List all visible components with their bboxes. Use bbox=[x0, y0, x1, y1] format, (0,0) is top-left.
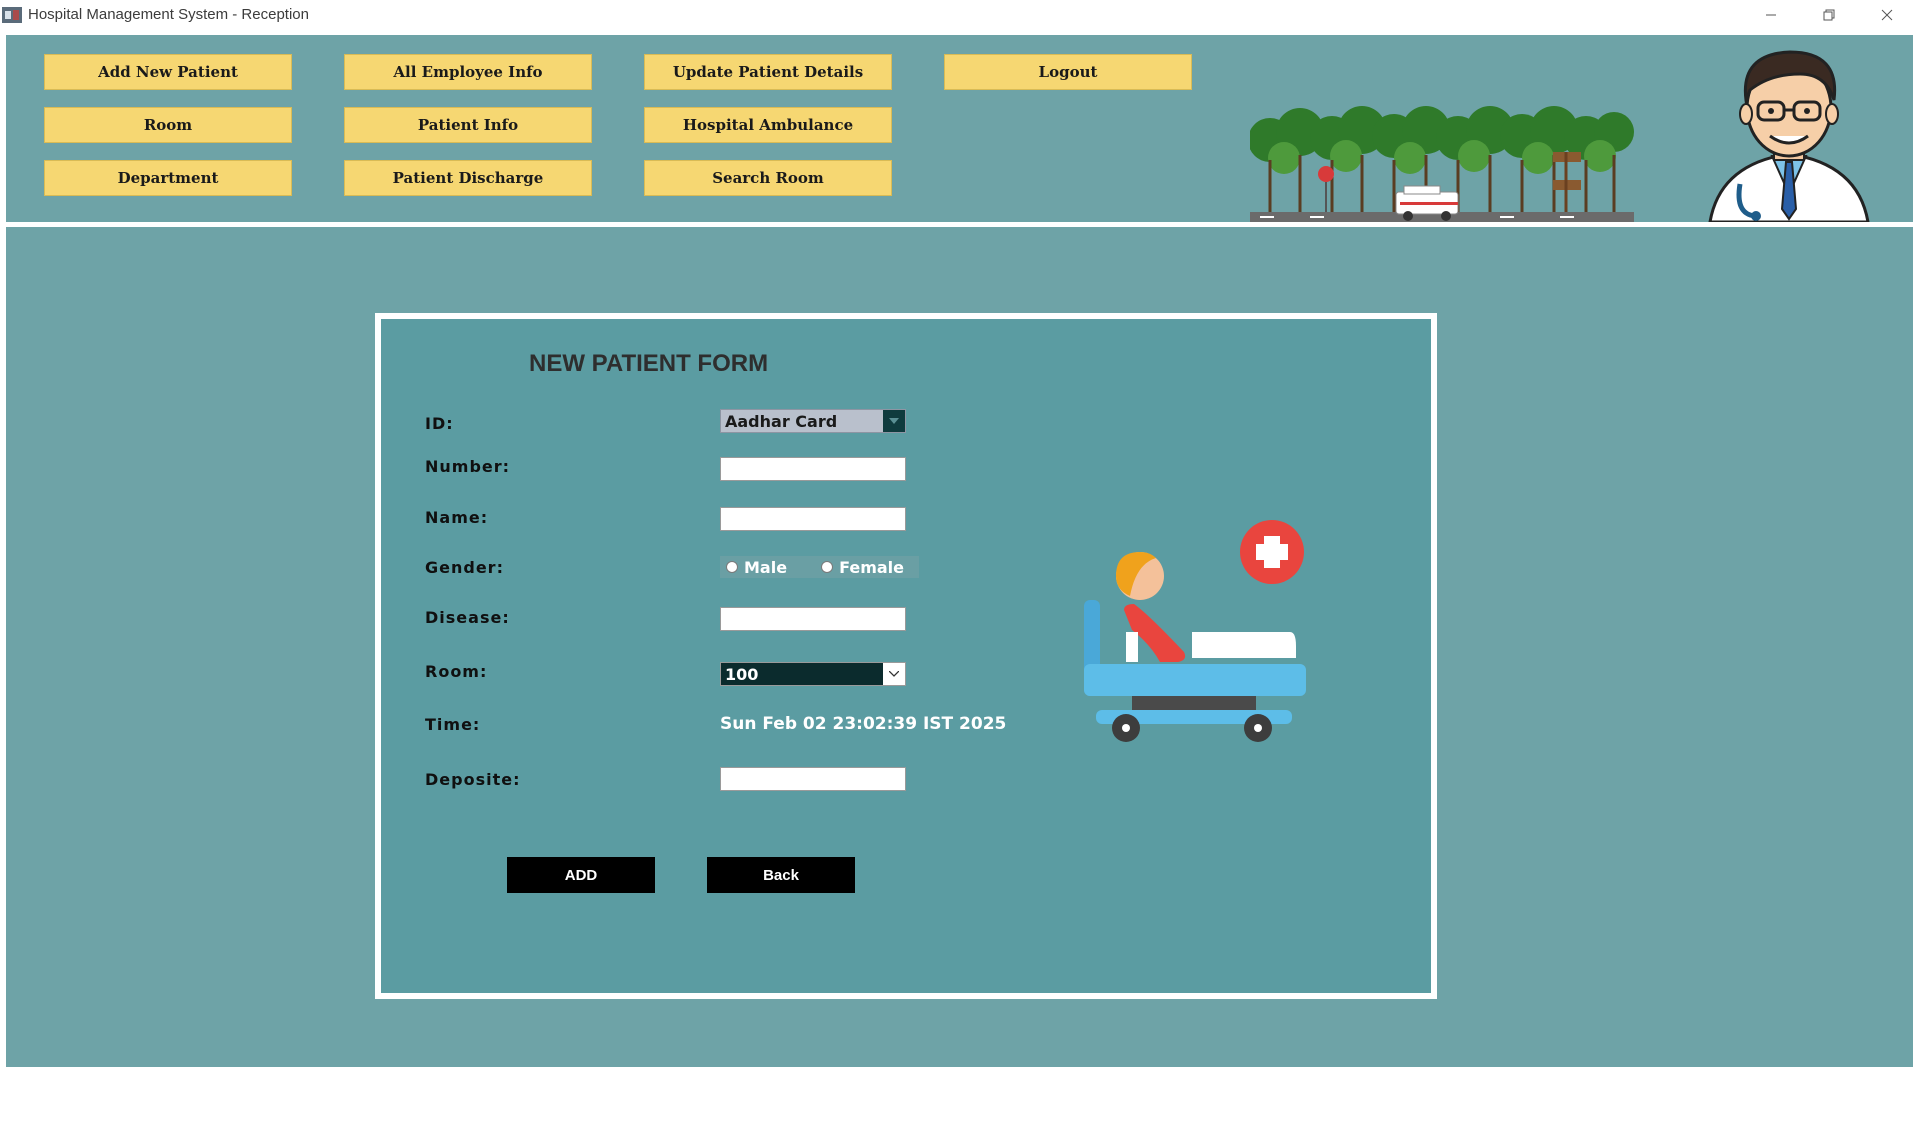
window-title: Hospital Management System - Reception bbox=[28, 6, 309, 23]
add-button[interactable]: ADD bbox=[507, 857, 655, 893]
disease-label: Disease: bbox=[425, 608, 510, 627]
minimize-icon[interactable] bbox=[1742, 0, 1800, 29]
form-title: NEW PATIENT FORM bbox=[529, 350, 769, 377]
female-radio-circle[interactable] bbox=[821, 561, 834, 573]
close-icon[interactable] bbox=[1858, 0, 1916, 29]
number-input[interactable] bbox=[720, 457, 906, 481]
room-button[interactable]: Room bbox=[44, 107, 292, 143]
gender-radio-group: Male Female bbox=[720, 556, 919, 578]
hospital-bed-illustration bbox=[1084, 520, 1306, 742]
add-new-patient-button[interactable]: Add New Patient bbox=[44, 54, 292, 90]
back-button[interactable]: Back bbox=[707, 857, 855, 893]
male-radio[interactable]: Male bbox=[726, 558, 787, 577]
hospital-app-icon bbox=[2, 6, 22, 23]
update-patient-details-button[interactable]: Update Patient Details bbox=[644, 54, 892, 90]
male-label: Male bbox=[744, 557, 788, 577]
id-type-dropdown[interactable]: Aadhar Card bbox=[720, 409, 906, 433]
male-radio-circle[interactable] bbox=[726, 561, 738, 573]
time-label: Time: bbox=[425, 715, 481, 734]
id-type-value: Aadhar Card bbox=[725, 411, 838, 431]
room-dropdown[interactable]: 100 bbox=[720, 662, 906, 686]
id-label: ID: bbox=[425, 414, 454, 433]
name-input[interactable] bbox=[720, 507, 906, 531]
gender-label: Gender: bbox=[425, 558, 504, 577]
department-button[interactable]: Department bbox=[44, 160, 292, 196]
hospital-ambulance-button[interactable]: Hospital Ambulance bbox=[644, 107, 892, 143]
search-room-button[interactable]: Search Room bbox=[644, 160, 892, 196]
restore-icon[interactable] bbox=[1800, 0, 1858, 29]
deposite-input[interactable] bbox=[720, 767, 906, 791]
chevron-down-icon[interactable] bbox=[883, 410, 905, 432]
logout-button[interactable]: Logout bbox=[944, 54, 1192, 90]
chevron-down-icon[interactable] bbox=[883, 663, 905, 685]
number-label: Number: bbox=[425, 457, 511, 476]
name-label: Name: bbox=[425, 508, 489, 527]
time-value: Sun Feb 02 23:02:39 IST 2025 bbox=[720, 714, 1007, 734]
patient-discharge-button[interactable]: Patient Discharge bbox=[344, 160, 592, 196]
all-employee-info-button[interactable]: All Employee Info bbox=[344, 54, 592, 90]
female-radio[interactable]: Female bbox=[821, 558, 904, 577]
doctor-avatar bbox=[1708, 50, 1870, 222]
female-label: Female bbox=[839, 557, 904, 577]
ambulance-trees-illustration bbox=[1250, 106, 1634, 222]
patient-info-button[interactable]: Patient Info bbox=[344, 107, 592, 143]
room-value: 100 bbox=[725, 664, 759, 684]
deposite-label: Deposite: bbox=[425, 770, 521, 789]
title-bar: Hospital Management System - Reception bbox=[0, 0, 1920, 29]
disease-input[interactable] bbox=[720, 607, 906, 631]
room-label: Room: bbox=[425, 662, 488, 681]
